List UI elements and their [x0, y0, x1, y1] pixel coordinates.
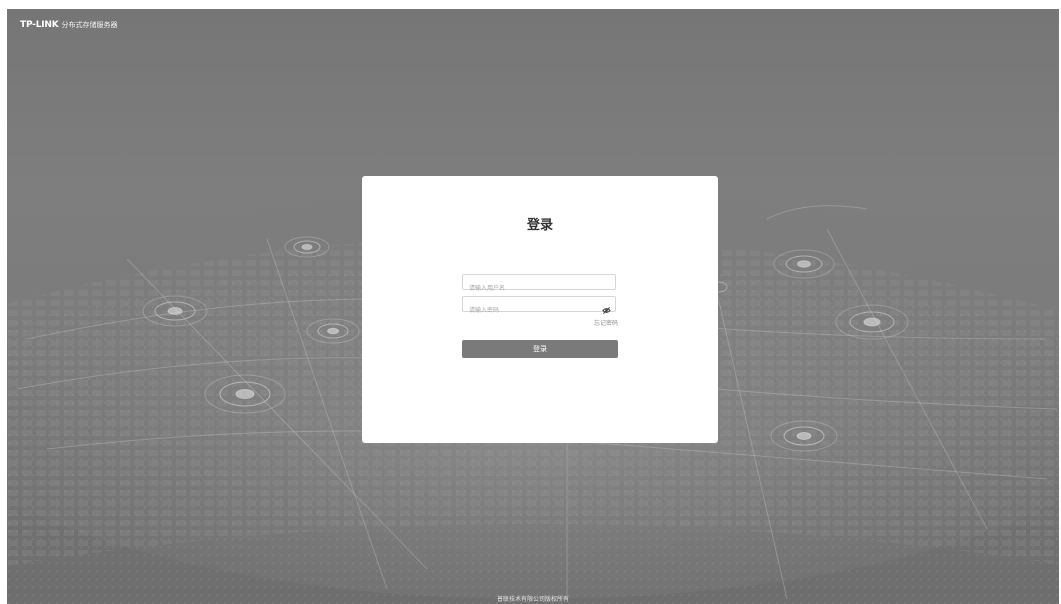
eye-off-icon[interactable]: [602, 300, 611, 315]
login-screen: TP-LINK 分布式存储服务器 登录 忘记密码 登录 普联技术有限公司版权所有: [7, 9, 1059, 604]
login-title: 登录: [526, 218, 553, 233]
password-input[interactable]: [463, 303, 599, 318]
product-name: 分布式存储服务器: [61, 21, 118, 29]
login-button[interactable]: 登录: [462, 340, 618, 358]
brand-header: TP-LINK 分布式存储服务器: [20, 19, 118, 31]
forgot-password-link[interactable]: 忘记密码: [594, 318, 618, 327]
copyright-text: 普联技术有限公司版权所有: [496, 596, 569, 603]
login-card: 登录 忘记密码 登录: [362, 176, 718, 443]
password-field[interactable]: [462, 296, 616, 318]
username-input[interactable]: [463, 281, 599, 296]
username-field[interactable]: [462, 274, 616, 296]
tp-link-logo: TP-LINK: [20, 20, 59, 30]
